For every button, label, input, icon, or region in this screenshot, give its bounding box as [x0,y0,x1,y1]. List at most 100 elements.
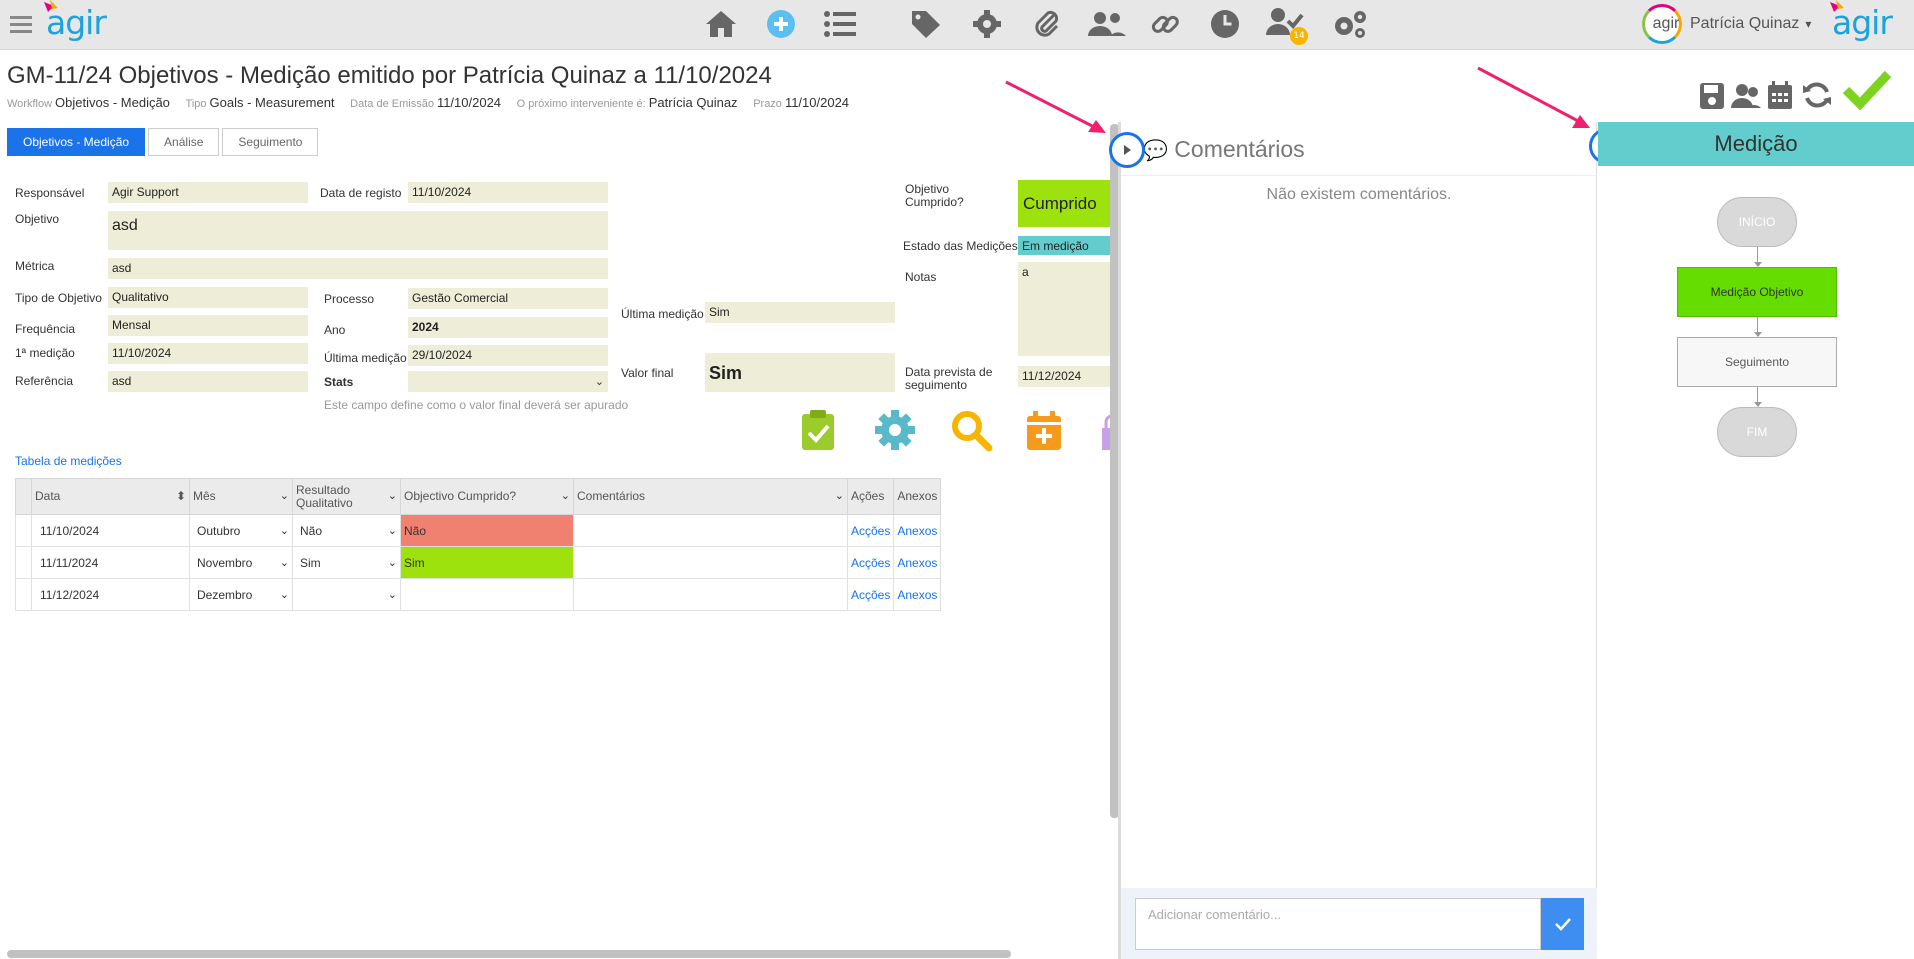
paperclip-icon[interactable] [1034,9,1060,39]
tab-analise[interactable]: Análise [148,128,220,156]
anexos-link[interactable]: Anexos [897,588,937,602]
workflow-node-medicao-objetivo[interactable]: Medição Objetivo [1677,267,1837,317]
ultima-medicao-field[interactable]: 29/10/2024 [408,345,608,367]
users-icon[interactable] [1088,11,1126,37]
responsavel-field[interactable]: Agir Support [108,182,308,204]
clock-icon[interactable] [1210,9,1240,39]
estado-medicoes-label: Estado das Medições [903,239,1018,253]
chevron-down-icon[interactable]: ⌄ [388,490,397,503]
processo-field[interactable]: Gestão Comercial [408,288,608,310]
cell-mes[interactable]: Outubro ⌄ [189,514,293,547]
gear-icon[interactable] [873,408,917,452]
cell-comentarios[interactable] [573,546,848,579]
calendar-icon[interactable] [1767,80,1793,110]
top-bar: agir 14 agir Patrícia Quinaz ▾ agir [0,0,1914,50]
ultima-medicao-sim-field[interactable]: Sim [705,302,895,324]
data-prevista-field[interactable]: 11/12/2024 [1018,366,1110,388]
cell-data[interactable]: 11/10/2024 [31,514,190,547]
column-header-comentarios[interactable]: Comentários ⌄ [573,478,848,515]
cell-resultado[interactable]: Sim ⌄ [292,546,401,579]
chevron-down-icon[interactable]: ⌄ [280,490,289,503]
referencia-field[interactable]: asd [108,371,308,393]
cell-comentarios[interactable] [573,578,848,611]
send-comment-button[interactable] [1541,898,1584,950]
acoes-link[interactable]: Acções [851,556,890,570]
cell-data[interactable]: 11/11/2024 [31,546,190,579]
save-icon[interactable] [1699,82,1725,110]
chevron-down-icon[interactable]: ⌄ [835,490,844,503]
cell-anexos: Anexos [893,514,942,547]
cell-mes[interactable]: Dezembro ⌄ [189,578,293,611]
cell-comentarios[interactable] [573,514,848,547]
cell-resultado[interactable]: ⌄ [292,578,401,611]
estado-medicoes-field[interactable]: Em medição [1018,236,1110,256]
comments-toggle-button[interactable] [1109,132,1145,168]
chevron-down-icon: ▾ [1805,17,1812,31]
settings-icon[interactable] [972,9,1002,39]
cell-anexos: Anexos [893,578,942,611]
comments-panel [1121,122,1597,959]
metrica-field[interactable]: asd [108,258,608,280]
sort-icon[interactable]: ⬍ [176,490,186,503]
cell-resultado[interactable]: Não ⌄ [292,514,401,547]
list-icon[interactable] [824,11,856,37]
participants-icon[interactable] [1731,82,1761,110]
check-icon [1555,918,1571,931]
workflow-node-fim[interactable]: FIM [1717,407,1797,457]
row-selector[interactable] [15,578,32,611]
workflow-node-seguimento[interactable]: Seguimento [1677,337,1837,387]
table-row[interactable]: 11/11/2024 Novembro ⌄ Sim ⌄ Sim Acções Ane… [15,546,942,579]
valor-final-field[interactable]: Sim [705,353,895,393]
workflow-node-inicio[interactable]: INÍCIO [1717,197,1797,247]
tipo-objetivo-field[interactable]: Qualitativo [108,287,308,309]
logo-bird-icon [1830,0,1844,12]
home-icon[interactable] [705,9,737,39]
notas-field[interactable]: a [1018,262,1110,357]
primeira-medicao-field[interactable]: 11/10/2024 [108,343,308,365]
clipboard-check-icon[interactable] [796,408,840,452]
workflow-connector [1757,247,1758,262]
gears-icon[interactable] [1331,8,1369,40]
anexos-link[interactable]: Anexos [897,524,937,538]
column-header-acoes: Ações [846,478,895,515]
table-row[interactable]: 11/10/2024 Outubro ⌄ Não ⌄ Não Acções Anex… [15,514,942,547]
row-selector[interactable] [15,514,32,547]
ultima-medicao-label: Última medição [324,351,407,365]
chevron-down-icon[interactable]: ⌄ [561,490,570,503]
column-header-mes[interactable]: Mês ⌄ [189,478,293,515]
cell-mes[interactable]: Novembro ⌄ [189,546,293,579]
table-row[interactable]: 11/12/2024 Dezembro ⌄ ⌄ Acções Anexos [15,578,942,611]
row-selector[interactable] [15,546,32,579]
tab-seguimento[interactable]: Seguimento [222,128,319,156]
frequencia-field[interactable]: Mensal [108,315,308,337]
calendar-add-icon[interactable] [1022,408,1066,452]
column-header-data[interactable]: Data ⬍ [31,478,190,515]
cell-data[interactable]: 11/12/2024 [31,578,190,611]
objetivo-cumprido-field[interactable]: Cumprido [1018,180,1110,228]
metrica-label: Métrica [15,259,55,273]
column-header-cumprido[interactable]: Objectivo Cumprido? ⌄ [400,478,574,515]
search-icon[interactable] [949,408,993,452]
stats-select[interactable]: ⌄ [408,371,608,393]
link-icon[interactable] [1150,9,1180,39]
acoes-link[interactable]: Acções [851,588,890,602]
objetivo-field[interactable]: asd [108,211,608,251]
refresh-icon[interactable] [1802,80,1832,110]
app-logo[interactable]: agir [44,0,107,39]
data-prevista-label: Data prevista de seguimento [905,365,993,392]
processo-label: Processo [324,292,375,306]
add-icon[interactable] [766,9,796,39]
horizontal-scrollbar[interactable] [7,950,1011,958]
anexos-link[interactable]: Anexos [897,556,937,570]
tags-icon[interactable] [910,9,944,39]
approve-check-icon[interactable] [1842,68,1892,110]
acoes-link[interactable]: Acções [851,524,890,538]
tab-objetivos-medicao[interactable]: Objetivos - Medição [7,128,146,156]
comment-input[interactable]: Adicionar comentário... [1135,898,1541,950]
ano-field[interactable]: 2024 [408,317,608,339]
user-menu[interactable]: agir Patrícia Quinaz ▾ [1642,4,1811,44]
column-header-resultado[interactable]: Resultado Qualitativo ⌄ [292,478,401,515]
hamburger-menu-icon[interactable] [10,15,32,33]
cell-cumprido: Não [400,514,574,547]
data-registo-field[interactable]: 11/10/2024 [408,182,608,204]
